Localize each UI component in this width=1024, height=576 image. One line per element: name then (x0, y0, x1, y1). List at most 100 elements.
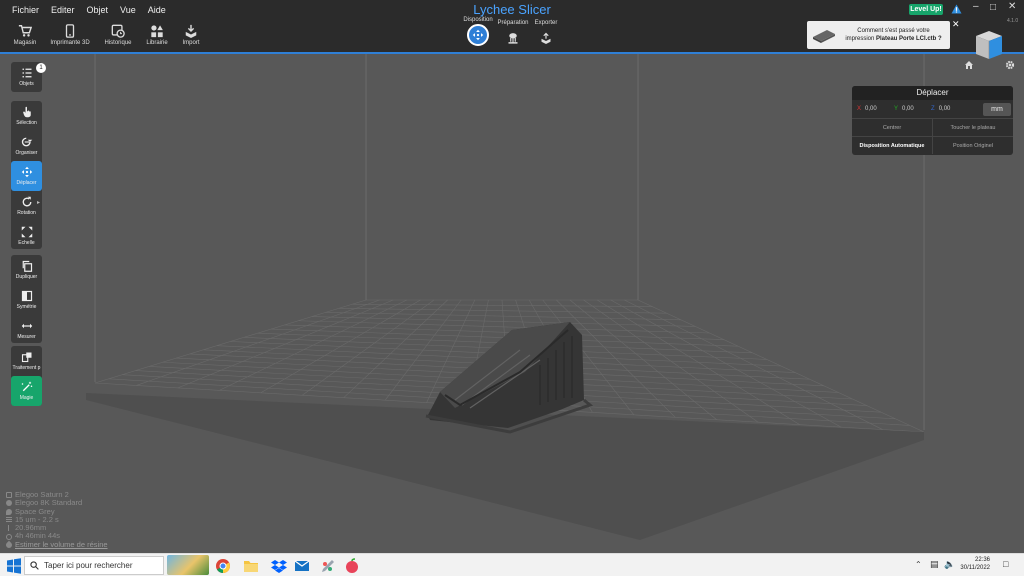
y-input[interactable]: 0,00 (902, 106, 928, 112)
history-icon (111, 24, 125, 38)
maximize-icon[interactable]: □ (990, 2, 996, 13)
unit-toggle-button[interactable]: mm (983, 102, 1011, 116)
notification-file: Plateau Porte LCI.ctb ? (876, 36, 942, 42)
view-cube[interactable] (972, 28, 1006, 62)
tool-traitement[interactable]: Traitement p (11, 346, 42, 376)
info-estimate: Estimer le volume de résine (4, 540, 108, 550)
tool-symetrie-label: Symétrie (16, 304, 37, 310)
tool-mesurer-label: Mesurer (17, 334, 36, 340)
x-input[interactable]: 0,00 (865, 106, 891, 112)
objects-label: Objets (19, 81, 34, 87)
tool-dupliquer-label: Dupliquer (15, 274, 38, 280)
palette-icon (6, 508, 12, 515)
move-coordinates: X 0,00 Y 0,00 Z 0,00 mm (852, 100, 1013, 118)
tool-selection[interactable]: Sélection (11, 101, 42, 131)
estimate-resin-link[interactable]: Estimer le volume de résine (15, 540, 108, 549)
tool-symetrie[interactable]: Symétrie (11, 285, 42, 315)
clock-icon (6, 533, 12, 540)
tool-selection-label: Sélection (16, 120, 37, 126)
hand-pointer-icon (22, 106, 31, 118)
print-thumbnail-icon (813, 30, 835, 43)
measure-icon (21, 323, 32, 329)
close-icon[interactable]: ✕ (1008, 1, 1016, 12)
rotation-submenu-chevron-icon[interactable]: ▸ (37, 199, 40, 206)
gear-icon[interactable] (1005, 60, 1015, 70)
tool-magie[interactable]: Magie (11, 376, 42, 406)
auto-layout-button[interactable]: Disposition Automatique (852, 137, 932, 154)
volume-icon[interactable]: 🔈 (944, 559, 955, 570)
level-up-button[interactable]: Level Up! (909, 4, 943, 15)
minimize-icon[interactable]: – (973, 1, 979, 12)
version-label: 4.1.0 (1007, 18, 1019, 24)
x-axis-label: X (857, 106, 862, 112)
mail-icon[interactable] (294, 558, 310, 574)
taskbar-clock[interactable]: 22:36 30/11/2022 (956, 556, 990, 572)
tool-mesurer[interactable]: Mesurer (11, 315, 42, 345)
toolbar-librairie-label: Librairie (146, 40, 168, 46)
notifications-icon[interactable]: □ (1003, 559, 1008, 569)
home-icon[interactable] (964, 60, 974, 70)
resin-icon (6, 500, 12, 507)
chrome-icon[interactable] (215, 558, 231, 574)
clock-date: 30/11/2022 (960, 565, 990, 571)
touch-plate-button[interactable]: Toucher le plateau (932, 119, 1013, 136)
toolbar-magasin[interactable]: Magasin (0, 24, 50, 46)
taskbar-search[interactable]: Taper ici pour rechercher (24, 556, 164, 575)
notification-close-icon[interactable]: ✕ (952, 19, 960, 30)
z-input[interactable]: 0,00 (939, 106, 965, 112)
tab-exporter-circle (535, 27, 557, 49)
original-position-button[interactable]: Position Originel (932, 137, 1013, 154)
search-highlight-image[interactable] (167, 555, 209, 575)
move-panel-title: Déplacer (852, 86, 1013, 100)
windows-start-icon[interactable] (6, 558, 22, 574)
move-arrows-icon (472, 29, 484, 41)
lychee-app-icon[interactable] (344, 558, 360, 574)
move-icon (21, 166, 32, 178)
layers-icon (6, 517, 12, 524)
move-panel: Déplacer X 0,00 Y 0,00 Z 0,00 mm Centrer… (852, 86, 1013, 155)
move-actions-row-2: Disposition Automatique Position Origine… (852, 136, 1013, 154)
toolbar-magasin-label: Magasin (13, 40, 37, 46)
notification-line2: impression Plateau Porte LCI.ctb ? (837, 35, 950, 43)
tray-chevron-icon[interactable]: ⌃ (915, 560, 922, 569)
search-icon (30, 561, 39, 570)
feedback-notification[interactable]: Comment s'est passé votre impression Pla… (807, 21, 950, 49)
export-icon (541, 32, 551, 44)
tool-echelle[interactable]: Echelle (11, 221, 42, 251)
list-icon (22, 68, 31, 78)
processing-icon (21, 352, 31, 363)
app-title: Lychee Slicer (473, 2, 551, 17)
notification-line1: Comment s'est passé votre (857, 28, 930, 34)
tool-dupliquer[interactable]: Dupliquer (11, 255, 42, 285)
warning-icon[interactable] (951, 4, 962, 14)
notification-text: Comment s'est passé votre impression Pla… (837, 27, 950, 43)
paint-icon[interactable] (320, 558, 336, 574)
tab-exporter-label: Exporter (534, 20, 558, 26)
transform-tools-group: Sélection Organiser Déplacer Rotation Ec… (11, 101, 42, 249)
tool-deplacer-label: Déplacer (16, 180, 37, 186)
scale-icon (21, 226, 32, 238)
toolbar-imprimante[interactable]: Imprimante 3D (45, 24, 95, 46)
dropbox-icon[interactable] (271, 558, 287, 574)
top-bar: Fichier Editer Objet Vue Aide Lychee Sli… (0, 0, 1024, 52)
processing-tools-group: Traitement p Magie (11, 346, 42, 406)
rotate-icon (22, 196, 31, 207)
tool-traitement-label: Traitement p (12, 365, 41, 371)
height-icon (8, 525, 12, 532)
tool-deplacer[interactable]: Déplacer (11, 161, 42, 191)
tool-magie-label: Magie (19, 395, 34, 401)
network-icon[interactable]: ▤ (930, 559, 939, 570)
objects-count-badge: 1 (36, 63, 46, 73)
file-explorer-icon[interactable] (243, 558, 259, 574)
tool-rotation-label: Rotation (17, 210, 36, 216)
tab-exporter[interactable]: Exporter (524, 20, 568, 49)
tool-organiser[interactable]: Organiser (11, 131, 42, 161)
tab-disposition-circle (467, 24, 489, 46)
duplicate-icon (22, 260, 32, 272)
tool-rotation[interactable]: Rotation (11, 191, 42, 221)
notification-prefix: impression (845, 36, 875, 42)
toolbar-import[interactable]: Import (166, 24, 216, 46)
search-placeholder: Taper ici pour rechercher (44, 561, 133, 570)
lychee-slicer-window: Fichier Editer Objet Vue Aide Lychee Sli… (0, 0, 1024, 576)
center-button[interactable]: Centrer (852, 119, 932, 136)
